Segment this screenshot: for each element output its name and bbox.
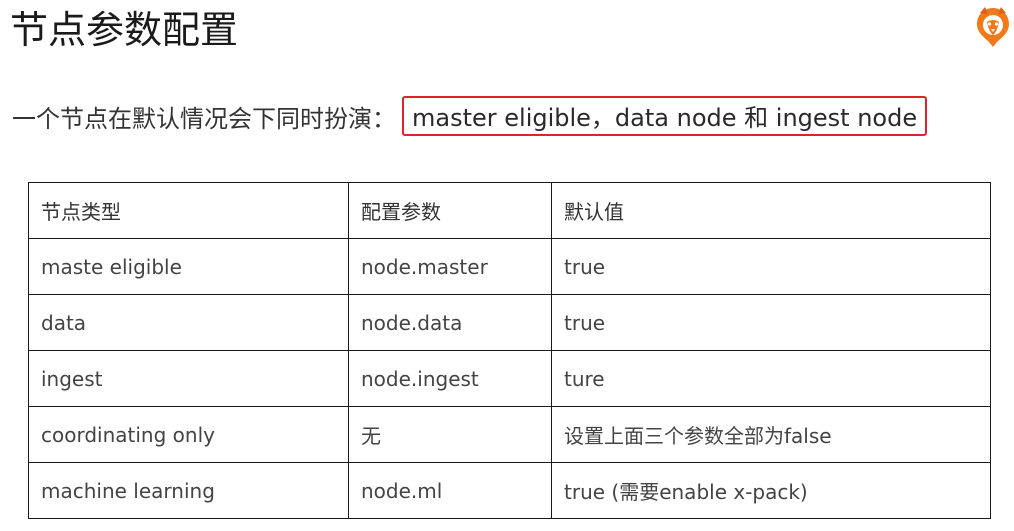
cell-default-value: true (需要enable x-pack) [551,462,991,519]
cell-config-param: 无 [348,406,552,463]
page-title: 节点参数配置 [10,8,239,52]
cell-default-value: true [551,294,991,351]
cell-node-type: machine learning [28,462,349,519]
cell-node-type: ingest [28,350,349,407]
cell-config-param: node.ingest [348,350,552,407]
table-row: maste eligible node.master true [28,238,991,295]
cell-node-type: maste eligible [28,238,349,295]
table-row: machine learning node.ml true (需要enable … [28,462,991,519]
cell-default-value: 设置上面三个参数全部为false [551,406,991,463]
header-node-type: 节点类型 [28,182,349,239]
header-config-param: 配置参数 [348,182,552,239]
table-row: data node.data true [28,294,991,351]
table-row: ingest node.ingest ture [28,350,991,407]
tiger-logo-icon [977,7,1009,47]
cell-default-value: ture [551,350,991,407]
cell-config-param: node.ml [348,462,552,519]
node-config-table: 节点类型 配置参数 默认值 maste eligible node.master… [28,182,991,519]
cell-config-param: node.master [348,238,552,295]
cell-default-value: true [551,238,991,295]
cell-node-type: data [28,294,349,351]
intro-line: 一个节点在默认情况会下同时扮演： master eligible，data no… [12,96,928,136]
cell-config-param: node.data [348,294,552,351]
header-default-value: 默认值 [551,182,991,239]
table-header-row: 节点类型 配置参数 默认值 [28,182,991,239]
intro-lead-text: 一个节点在默认情况会下同时扮演： [12,104,396,133]
table-row: coordinating only 无 设置上面三个参数全部为false [28,406,991,463]
intro-highlight-box: master eligible，data node 和 ingest node [402,96,928,136]
cell-node-type: coordinating only [28,406,349,463]
